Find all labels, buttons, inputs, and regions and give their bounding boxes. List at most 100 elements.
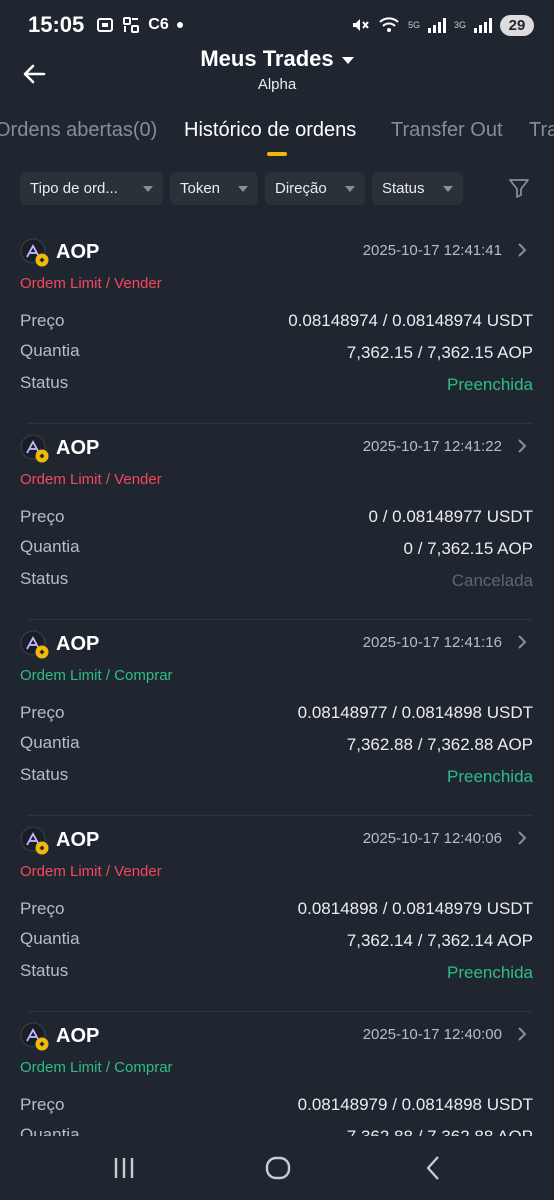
c6-app-icon: C6 [148, 16, 169, 33]
quantity-value: 7,362.14 / 7,362.14 AOP [346, 931, 533, 950]
filter-status-label: Status [382, 180, 425, 197]
recent-apps-icon[interactable] [106, 1150, 142, 1186]
coin-symbol: AOP [56, 1025, 100, 1047]
title-wrap: Meus Trades Alpha [0, 46, 554, 93]
page-subtitle: Alpha [257, 76, 297, 93]
order-type: Ordem Limit / Comprar [20, 667, 173, 684]
price-value: 0.08148977 / 0.0814898 USDT [297, 703, 533, 722]
network-5g-label: 5G [407, 20, 420, 30]
aop-coin-icon [20, 1022, 49, 1051]
filter-direction-label: Direção [275, 180, 327, 197]
order-card[interactable]: AOP 2025-10-17 12:40:00 Ordem Limit / Co… [0, 1012, 554, 1136]
tab-open-orders[interactable]: Ordens abertas(0) [0, 119, 157, 142]
order-status: Cancelada [451, 571, 533, 590]
status-label: Status [20, 569, 69, 588]
price-label: Preço [20, 507, 65, 526]
order-timestamp: 2025-10-17 12:40:06 [362, 830, 502, 847]
tab-bar: Ordens abertas(0) Histórico de ordens Tr… [0, 114, 554, 158]
back-icon[interactable] [416, 1150, 452, 1186]
status-label: Status [20, 373, 69, 392]
chevron-down-icon [238, 185, 248, 192]
filter-funnel-icon[interactable] [508, 177, 530, 199]
order-type: Ordem Limit / Comprar [20, 1059, 173, 1076]
status-bar: 15:05 C6 5G 3G 29 [0, 0, 554, 50]
aop-coin-icon [20, 238, 49, 267]
price-label: Preço [20, 311, 65, 330]
quantity-value: 0 / 7,362.15 AOP [403, 539, 533, 558]
mute-icon [352, 19, 369, 31]
chevron-down-icon [143, 185, 153, 192]
tab-active-indicator [267, 152, 287, 156]
status-time: 15:05 [28, 12, 85, 37]
dot-icon [176, 22, 183, 28]
order-status: Preenchida [446, 375, 533, 394]
filter-status[interactable]: Status [372, 172, 463, 205]
coin-symbol: AOP [56, 633, 100, 655]
page-title: Meus Trades [200, 46, 334, 71]
coin-symbol: AOP [56, 241, 100, 263]
order-type: Ordem Limit / Vender [20, 275, 162, 292]
filter-order-type[interactable]: Tipo de ord... [20, 172, 163, 205]
status-right-icons: 5G 3G 29 [350, 14, 534, 36]
price-value: 0.08148974 / 0.08148974 USDT [288, 311, 533, 330]
signal-icon [427, 17, 446, 33]
order-timestamp: 2025-10-17 12:40:00 [362, 1026, 502, 1043]
order-card[interactable]: AOP 2025-10-17 12:40:06 Ordem Limit / Ve… [0, 816, 554, 1012]
system-nav-bar [0, 1136, 554, 1200]
order-card[interactable]: AOP 2025-10-17 12:41:41 Ordem Limit / Ve… [0, 228, 554, 424]
quantity-value: 7,362.15 / 7,362.15 AOP [346, 343, 533, 362]
filter-order-type-label: Tipo de ord... [30, 180, 118, 197]
screenshot-icon [97, 18, 114, 32]
order-status: Preenchida [446, 963, 533, 982]
quantity-value: 7,362.88 / 7,362.88 AOP [347, 1127, 533, 1136]
chevron-right-icon[interactable] [516, 633, 528, 651]
accessibility-icon [123, 17, 140, 33]
chevron-right-icon[interactable] [516, 1025, 528, 1043]
filter-direction[interactable]: Direção [265, 172, 365, 205]
price-value: 0.08148979 / 0.0814898 USDT [297, 1095, 533, 1114]
quantity-label: Quantia [20, 733, 80, 752]
chevron-right-icon[interactable] [516, 437, 528, 455]
quantity-label: Quantia [20, 929, 80, 948]
order-type: Ordem Limit / Vender [20, 863, 162, 880]
order-card[interactable]: AOP 2025-10-17 12:41:22 Ordem Limit / Ve… [0, 424, 554, 620]
quantity-label: Quantia [20, 341, 80, 360]
price-label: Preço [20, 703, 65, 722]
order-card[interactable]: AOP 2025-10-17 12:41:16 Ordem Limit / Co… [0, 620, 554, 816]
order-timestamp: 2025-10-17 12:41:22 [362, 438, 502, 455]
chevron-right-icon[interactable] [516, 241, 528, 259]
tab-transfer-out[interactable]: Transfer Out [391, 119, 503, 142]
home-icon[interactable] [260, 1150, 296, 1186]
status-label: Status [20, 961, 69, 980]
order-list: AOP 2025-10-17 12:41:41 Ordem Limit / Ve… [0, 228, 554, 1136]
order-timestamp: 2025-10-17 12:41:16 [362, 634, 502, 651]
wifi-icon [379, 17, 399, 32]
price-label: Preço [20, 899, 65, 918]
coin-symbol: AOP [56, 829, 100, 851]
title-dropdown[interactable]: Meus Trades [200, 46, 354, 72]
chevron-right-icon[interactable] [516, 829, 528, 847]
signal-icon-2 [474, 17, 492, 33]
quantity-label: Quantia [20, 1125, 80, 1136]
order-type: Ordem Limit / Vender [20, 471, 162, 488]
status-left-icons: C6 [96, 16, 183, 34]
price-label: Preço [20, 1095, 65, 1114]
network-3g-label: 3G [453, 20, 466, 30]
chevron-down-icon [345, 185, 355, 192]
caret-down-icon [341, 56, 354, 64]
price-value: 0.0814898 / 0.08148979 USDT [297, 899, 533, 918]
order-status: Preenchida [446, 767, 533, 786]
chevron-down-icon [443, 185, 453, 192]
tab-more[interactable]: Tra [529, 119, 554, 142]
filter-token-label: Token [180, 180, 221, 197]
quantity-value: 7,362.88 / 7,362.88 AOP [346, 735, 533, 754]
filter-token[interactable]: Token [170, 172, 258, 205]
coin-symbol: AOP [56, 437, 100, 459]
app-header: Meus Trades Alpha [0, 46, 554, 102]
status-label: Status [20, 765, 69, 784]
aop-coin-icon [20, 630, 49, 659]
aop-coin-icon [20, 826, 49, 855]
filter-bar: Tipo de ord... Token Direção Status [20, 172, 536, 206]
battery-indicator: 29 [500, 14, 534, 36]
tab-order-history[interactable]: Histórico de ordens [184, 119, 356, 142]
